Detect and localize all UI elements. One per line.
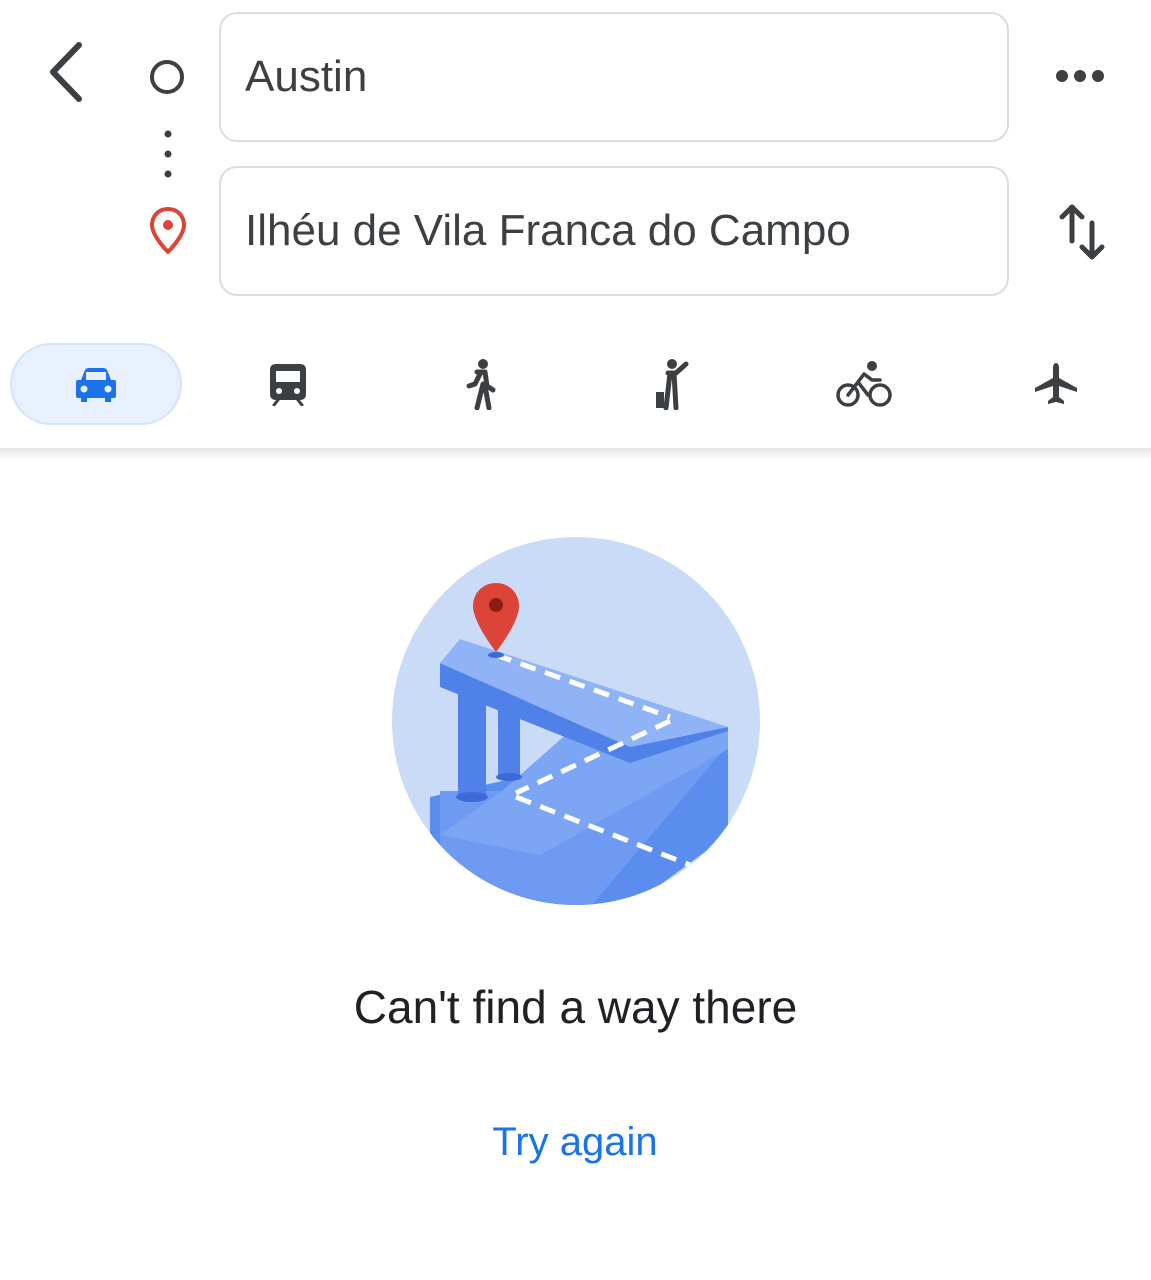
mode-tab-bike[interactable] — [778, 343, 950, 425]
destination-value: Ilhéu de Vila Franca do Campo — [245, 206, 851, 255]
swap-button[interactable] — [1046, 196, 1118, 268]
chevron-left-icon — [50, 42, 82, 102]
destination-field[interactable]: Ilhéu de Vila Franca do Campo — [219, 166, 1009, 296]
bicycle-icon — [836, 361, 892, 407]
swap-vertical-icon — [1059, 204, 1105, 260]
origin-value: Austin — [245, 52, 368, 101]
airplane-icon — [1035, 363, 1077, 404]
ride-hail-icon — [656, 359, 689, 410]
origin-circle-icon — [150, 60, 184, 94]
train-icon — [270, 364, 306, 406]
mode-tab-walk[interactable] — [394, 343, 566, 425]
mode-tab-ride-hail[interactable] — [586, 343, 758, 425]
more-horizontal-icon — [1056, 70, 1104, 82]
route-connector-dots — [164, 130, 172, 178]
no-route-illustration — [392, 537, 760, 905]
no-route-message: Can't find a way there — [353, 981, 798, 1033]
mode-tab-drive[interactable] — [10, 343, 182, 425]
directions-screen: Austin Ilhéu de Vila Franca do Campo Can… — [0, 0, 1151, 1280]
walking-icon — [466, 359, 496, 410]
origin-field[interactable]: Austin — [219, 12, 1009, 142]
header-divider-shadow — [0, 448, 1151, 460]
more-options-button[interactable] — [1044, 46, 1116, 106]
directions-header: Austin Ilhéu de Vila Franca do Campo — [0, 0, 1151, 450]
car-icon — [76, 368, 116, 402]
mode-tab-transit[interactable] — [202, 343, 374, 425]
try-again-button[interactable]: Try again — [425, 1110, 725, 1174]
destination-pin-icon — [150, 207, 186, 254]
mode-tab-flight[interactable] — [970, 343, 1142, 425]
back-button[interactable] — [30, 36, 102, 108]
